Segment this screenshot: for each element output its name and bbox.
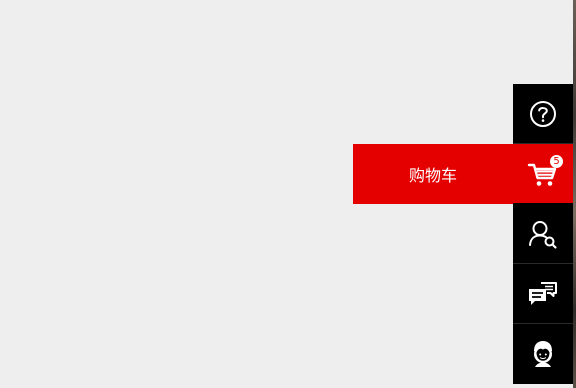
customer-service-button[interactable] <box>513 324 573 383</box>
cart-flyout[interactable]: 购物车 <box>353 144 513 204</box>
cart-count-badge: 5 <box>550 155 563 168</box>
help-button[interactable] <box>513 84 573 143</box>
service-agent-icon <box>528 338 558 370</box>
cart-flyout-label: 购物车 <box>408 166 457 185</box>
page: 购物车 5 <box>0 0 576 388</box>
chat-bubbles-icon <box>527 279 559 309</box>
messages-button[interactable] <box>513 264 573 323</box>
cart-button[interactable]: 5 <box>513 144 573 203</box>
user-search-button[interactable] <box>513 204 573 263</box>
side-toolbar: 5 <box>513 84 573 384</box>
question-circle-icon <box>528 99 558 129</box>
user-search-icon <box>527 218 559 250</box>
